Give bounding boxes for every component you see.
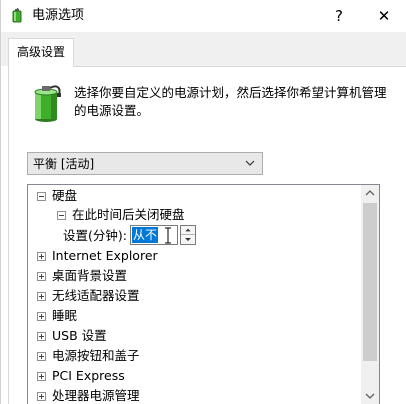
expand-icon[interactable] bbox=[37, 332, 46, 341]
spin-down-icon[interactable] bbox=[181, 235, 195, 244]
chevron-down-icon bbox=[245, 160, 255, 166]
minutes-input[interactable]: 从不 bbox=[130, 225, 178, 245]
battery-app-icon bbox=[12, 8, 22, 23]
collapse-icon[interactable] bbox=[37, 192, 46, 201]
plan-description: 选择你要自定义的电源计划，然后选择你希望计算机管理的电源设置。 bbox=[74, 85, 387, 118]
power-plan-dropdown[interactable]: 平衡 [活动] bbox=[27, 152, 263, 175]
expand-icon[interactable] bbox=[37, 372, 46, 381]
tree-item-label: 在此时间后关闭硬盘 bbox=[72, 207, 185, 222]
tree-item-label: 电源按钮和盖子 bbox=[52, 348, 140, 363]
tab-advanced-settings[interactable]: 高级设置 bbox=[8, 38, 75, 67]
tree-item-label: 硬盘 bbox=[52, 188, 78, 203]
expand-icon[interactable] bbox=[37, 352, 46, 361]
setting-minutes-label: 设置(分钟): bbox=[63, 228, 127, 243]
settings-tree[interactable]: 硬盘 在此时间后关闭硬盘 Internet Explorer 桌面背景设置 无线… bbox=[27, 184, 380, 404]
expand-icon[interactable] bbox=[37, 252, 46, 261]
scroll-thumb[interactable] bbox=[363, 203, 377, 361]
power-options-window: 电源选项 ? ✕ 高级设置 选择你要自定义的电源计划，然后选择你希望计算机管理的… bbox=[0, 0, 406, 404]
expand-icon[interactable] bbox=[37, 312, 46, 321]
tree-item-label: USB 设置 bbox=[52, 328, 107, 343]
tree-scrollbar[interactable] bbox=[361, 185, 379, 404]
tree-item-label: 无线适配器设置 bbox=[52, 288, 140, 303]
tree-item-label: Internet Explorer bbox=[52, 248, 158, 263]
expand-icon[interactable] bbox=[37, 272, 46, 281]
close-button[interactable]: ✕ bbox=[361, 0, 406, 32]
tree-item-label: 处理器电源管理 bbox=[52, 388, 140, 403]
collapse-icon[interactable] bbox=[57, 211, 66, 220]
title-bar: 电源选项 ? ✕ bbox=[1, 0, 406, 32]
tree-item-label: 睡眠 bbox=[52, 308, 78, 323]
expand-icon[interactable] bbox=[37, 292, 46, 301]
spin-up-icon[interactable] bbox=[181, 226, 195, 235]
help-button[interactable]: ? bbox=[317, 0, 361, 32]
window-title: 电源选项 bbox=[32, 8, 85, 23]
battery-icon bbox=[34, 85, 61, 122]
minutes-spinner[interactable] bbox=[180, 225, 196, 245]
tree-item-label: PCI Express bbox=[52, 368, 125, 383]
text-cursor-icon bbox=[165, 227, 171, 244]
expand-icon[interactable] bbox=[37, 392, 46, 401]
tree-item-label: 桌面背景设置 bbox=[52, 268, 128, 283]
scroll-up-icon[interactable] bbox=[361, 185, 379, 202]
minutes-value-selected: 从不 bbox=[132, 227, 159, 243]
power-plan-selected: 平衡 [活动] bbox=[33, 157, 95, 171]
scroll-down-icon[interactable] bbox=[361, 387, 379, 404]
